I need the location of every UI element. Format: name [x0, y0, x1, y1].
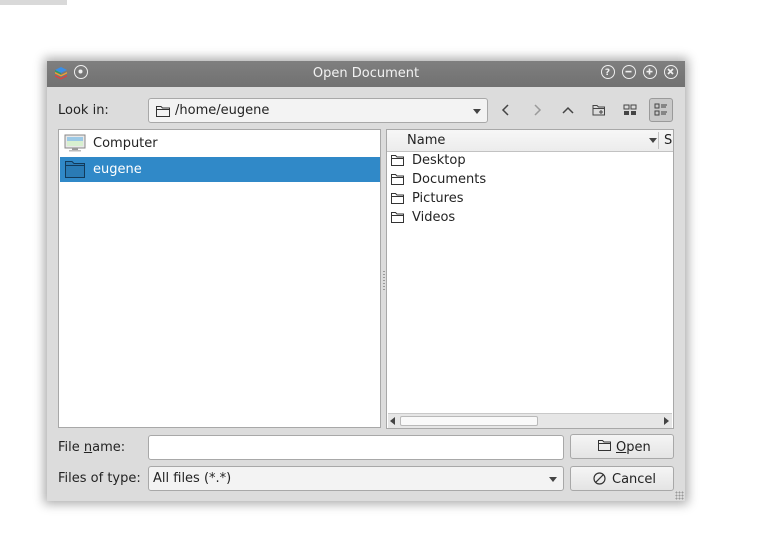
detail-view-icon	[654, 103, 667, 116]
forward-icon	[534, 104, 542, 116]
list-item[interactable]: Pictures	[391, 190, 661, 209]
file-name: Pictures	[412, 191, 464, 206]
parent-dir-button[interactable]	[556, 98, 580, 122]
list-item[interactable]: Desktop	[391, 152, 661, 171]
file-name: Desktop	[412, 153, 466, 168]
file-name-input[interactable]	[148, 435, 564, 460]
scrollbar-thumb[interactable]	[400, 416, 538, 426]
back-icon	[501, 104, 509, 116]
scroll-right-icon[interactable]	[664, 417, 669, 425]
splitter-handle[interactable]	[383, 271, 385, 291]
column-divider[interactable]	[658, 132, 659, 149]
file-type-value: All files (*.*)	[153, 471, 232, 486]
icon-view-button[interactable]	[618, 98, 642, 122]
new-folder-button[interactable]	[587, 98, 611, 122]
detail-view-button[interactable]	[649, 98, 673, 122]
folder-icon	[391, 155, 404, 166]
file-name: Documents	[412, 172, 487, 187]
file-name: Videos	[412, 210, 456, 225]
forward-button[interactable]	[525, 98, 549, 122]
background-strip	[0, 0, 67, 5]
open-button-label: Open	[616, 440, 651, 455]
list-header: Name S	[387, 130, 673, 152]
column-header-size[interactable]: S	[664, 133, 672, 148]
list-item[interactable]: Videos	[391, 209, 661, 228]
cancel-button-label: Cancel	[612, 472, 657, 487]
open-document-dialog: Open Document ? Look in: /home/eugene Co…	[47, 61, 685, 501]
folder-icon	[391, 193, 404, 204]
look-in-path: /home/eugene	[175, 103, 270, 118]
folder-icon	[65, 161, 85, 178]
cancel-button[interactable]: Cancel	[570, 466, 674, 491]
scroll-left-icon[interactable]	[390, 417, 395, 425]
sort-indicator-icon	[649, 138, 657, 143]
column-header-name[interactable]: Name	[407, 133, 445, 148]
sidebar-item-eugene[interactable]: eugene	[60, 157, 380, 182]
list-item[interactable]: Documents	[391, 171, 661, 190]
file-type-label: Files of type:	[58, 471, 141, 486]
sidebar-item-computer[interactable]: Computer	[60, 131, 380, 156]
folder-icon	[391, 174, 404, 185]
chevron-down-icon	[473, 109, 481, 114]
look-in-label: Look in:	[58, 103, 109, 118]
minimize-icon[interactable]	[622, 65, 636, 79]
close-icon[interactable]	[664, 65, 678, 79]
open-button[interactable]: Open	[570, 434, 674, 459]
file-type-combobox[interactable]: All files (*.*)	[148, 466, 564, 491]
new-folder-icon	[592, 105, 605, 116]
file-list: Name S Desktop Documents Pictures Videos	[386, 129, 674, 429]
look-in-combobox[interactable]: /home/eugene	[148, 98, 488, 123]
maximize-icon[interactable]	[643, 65, 657, 79]
help-icon[interactable]: ?	[601, 65, 615, 79]
window-title: Open Document	[312, 66, 420, 81]
svg-text:?: ?	[605, 68, 610, 77]
horizontal-scrollbar[interactable]	[388, 413, 672, 428]
back-button[interactable]	[494, 98, 518, 122]
sidebar-item-label: Computer	[93, 136, 158, 151]
computer-icon	[64, 134, 86, 152]
places-sidebar: Computer eugene	[58, 129, 381, 428]
title-bar[interactable]: Open Document ?	[47, 61, 685, 87]
file-name-label: File name:	[58, 440, 126, 455]
icon-view-icon	[623, 104, 637, 115]
parent-dir-icon	[562, 106, 574, 114]
folder-icon	[598, 440, 611, 451]
folder-icon	[391, 212, 404, 223]
chevron-down-icon	[549, 477, 557, 482]
folder-icon	[156, 106, 170, 117]
resize-grip[interactable]	[675, 491, 684, 500]
sidebar-item-label: eugene	[93, 162, 142, 177]
cancel-icon	[593, 472, 606, 485]
